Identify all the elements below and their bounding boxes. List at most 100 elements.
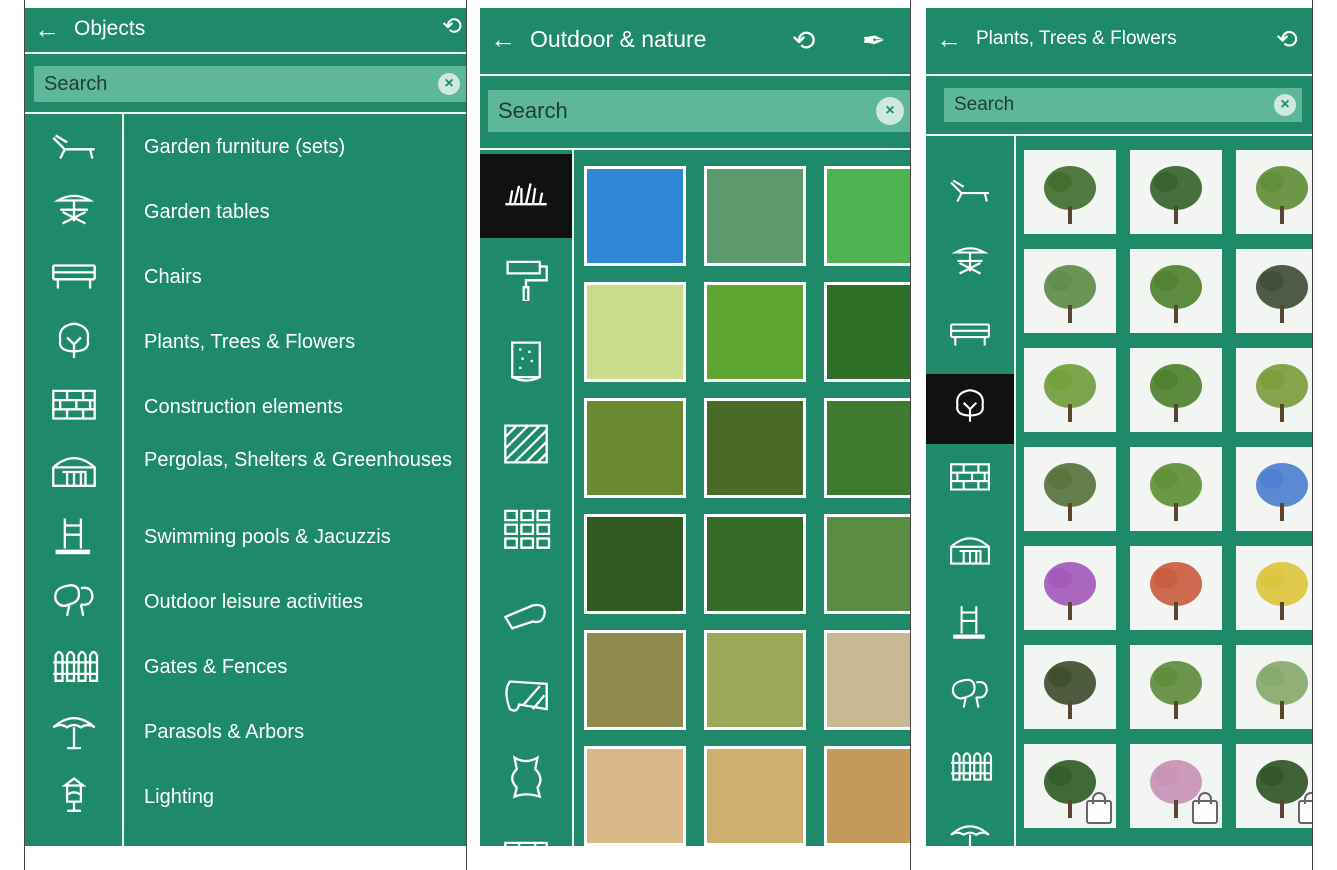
fence-icon[interactable] [46,644,102,690]
category-item[interactable]: Garden furniture (sets) [144,136,464,158]
search-input[interactable]: Search × [944,88,1302,122]
texture-swatch[interactable] [704,282,806,382]
back-button[interactable]: ← [490,24,516,55]
clear-search-icon[interactable]: × [1274,94,1296,116]
potted-bamboo-plant[interactable] [1130,645,1222,729]
category-item[interactable]: Lighting [144,786,464,808]
lounger-icon[interactable] [46,124,102,170]
small-tree-plant[interactable] [1236,150,1312,234]
columnar-plant[interactable] [1130,348,1222,432]
texture-swatch[interactable] [584,630,686,730]
texture-swatch[interactable] [584,514,686,614]
balloons-icon[interactable] [46,579,102,625]
lounger-icon[interactable] [926,158,1014,228]
paint-roller-icon[interactable] [480,237,572,321]
history-icon[interactable]: ⟲ [442,12,462,41]
clear-search-icon[interactable]: × [876,97,904,125]
tree-icon[interactable] [926,374,1014,444]
category-item[interactable]: Swimming pools & Jacuzzis [144,526,464,548]
texture-swatch[interactable] [704,398,806,498]
texture-swatch[interactable] [824,166,910,266]
bricks-icon[interactable] [926,446,1014,516]
wreath-plant[interactable] [1236,348,1312,432]
potted-plant[interactable] [1130,447,1222,531]
garden-table-icon[interactable] [926,230,1014,300]
back-button[interactable]: ← [34,14,60,45]
pool-ladder-icon[interactable] [926,590,1014,660]
texture-swatch[interactable] [824,398,910,498]
parasol-icon[interactable] [926,806,1014,846]
sparse-shrub-plant[interactable] [1236,249,1312,333]
texture-swatch[interactable] [704,746,806,846]
cone-topiary-plant[interactable] [1024,744,1116,828]
back-button[interactable]: ← [936,24,962,55]
wallpaper-roll-icon[interactable] [480,320,572,404]
objects-panel: ← Objects ⟲ Search × Garden furniture (s… [24,8,466,846]
texture-swatch[interactable] [584,166,686,266]
greenhouse-icon[interactable] [926,518,1014,588]
tulips-plant[interactable] [1024,546,1116,630]
white-flowers-plant[interactable] [1024,447,1116,531]
palm-plant[interactable] [1024,249,1116,333]
pink-blossom-plant[interactable] [1130,744,1222,828]
balloons-icon[interactable] [926,662,1014,732]
small-sprout-plant[interactable] [1236,645,1312,729]
garden-table-icon[interactable] [46,189,102,235]
dark-shrub-plant[interactable] [1236,744,1312,828]
leather-icon[interactable] [480,735,572,819]
bench-icon[interactable] [46,254,102,300]
texture-swatch[interactable] [704,166,806,266]
tiles-icon[interactable] [480,486,572,570]
texture-swatch[interactable] [704,514,806,614]
blue-flowers-plant[interactable] [1236,447,1312,531]
category-item[interactable]: Plants, Trees & Flowers [144,331,464,353]
fabric-roll-icon[interactable] [480,652,572,736]
texture-swatch[interactable] [584,746,686,846]
round-shrub-plant[interactable] [1130,150,1222,234]
search-input[interactable]: Search × [34,66,466,102]
greenhouse-icon[interactable] [46,449,102,495]
bench-icon[interactable] [926,302,1014,372]
daffodils-plant[interactable] [1236,546,1312,630]
texture-swatch[interactable] [824,514,910,614]
parasol-icon[interactable] [46,709,102,755]
fence-icon[interactable] [926,734,1014,804]
mushrooms-plant[interactable] [1130,546,1222,630]
category-item[interactable]: Garden tables [144,201,464,223]
category-item[interactable]: Gates & Fences [144,656,464,678]
category-item[interactable]: Pergolas, Shelters & Greenhouses [144,449,464,471]
texture-swatch[interactable] [584,398,686,498]
bush-plant[interactable] [1024,150,1116,234]
category-item[interactable]: Parasols & Arbors [144,721,464,743]
hedge-log-plant[interactable] [1024,645,1116,729]
frame-line [1312,0,1313,870]
search-placeholder: Search [498,98,568,123]
texture-swatch[interactable] [824,630,910,730]
category-item[interactable]: Chairs [144,266,464,288]
divider [24,112,466,114]
texture-swatch[interactable] [824,746,910,846]
texture-swatch[interactable] [584,282,686,382]
hatch-pattern-icon[interactable] [480,403,572,487]
bricks-icon[interactable] [46,384,102,430]
search-input[interactable]: Search × [488,90,910,132]
eyedropper-icon[interactable]: ✒ [862,24,885,57]
category-item[interactable]: Outdoor leisure activities [144,591,464,613]
clear-search-icon[interactable]: × [438,73,460,95]
texture-swatch[interactable] [704,630,806,730]
grass-icon[interactable] [480,154,572,238]
pool-ladder-icon[interactable] [46,514,102,560]
tree-icon[interactable] [46,319,102,365]
page-title: Objects [74,17,146,40]
banana-plant[interactable] [1130,249,1222,333]
oval-topiary-plant[interactable] [1024,348,1116,432]
history-icon[interactable]: ⟲ [792,24,815,57]
history-icon[interactable]: ⟲ [1276,24,1298,55]
lantern-icon[interactable] [46,774,102,820]
brick-wall-icon[interactable] [480,818,572,846]
category-item[interactable]: Construction elements [144,396,464,418]
divider [24,52,466,54]
carpet-roll-icon[interactable] [480,569,572,653]
lock-icon [1192,792,1218,824]
texture-swatch[interactable] [824,282,910,382]
